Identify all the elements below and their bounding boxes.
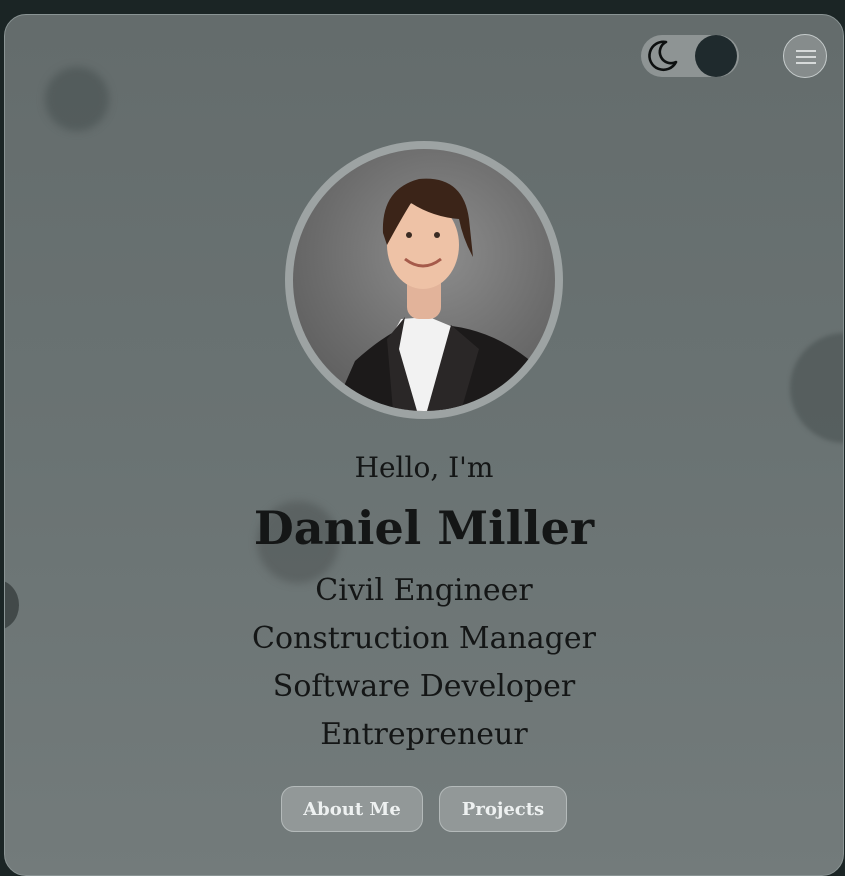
- projects-button[interactable]: Projects: [439, 786, 567, 832]
- decorative-blob: [45, 67, 109, 131]
- toggle-knob: [695, 35, 737, 77]
- decorative-blob: [790, 333, 843, 443]
- role-text: Construction Manager: [252, 621, 596, 656]
- role-text: Software Developer: [272, 669, 576, 704]
- hamburger-menu-icon: [796, 50, 816, 64]
- menu-button[interactable]: [783, 34, 827, 78]
- moon-icon: [648, 40, 678, 72]
- greeting-text: Hello, I'm: [354, 451, 494, 484]
- theme-toggle[interactable]: [641, 35, 739, 77]
- avatar-frame: [285, 141, 563, 419]
- name-heading: Daniel Miller: [253, 501, 595, 555]
- about-me-button[interactable]: About Me: [281, 786, 423, 832]
- role-text: Civil Engineer: [315, 573, 533, 608]
- role-text: Entrepreneur: [320, 717, 528, 752]
- profile-photo: [293, 149, 555, 411]
- hero-card: Hello, I'm Daniel Miller Civil Engineer …: [4, 14, 844, 876]
